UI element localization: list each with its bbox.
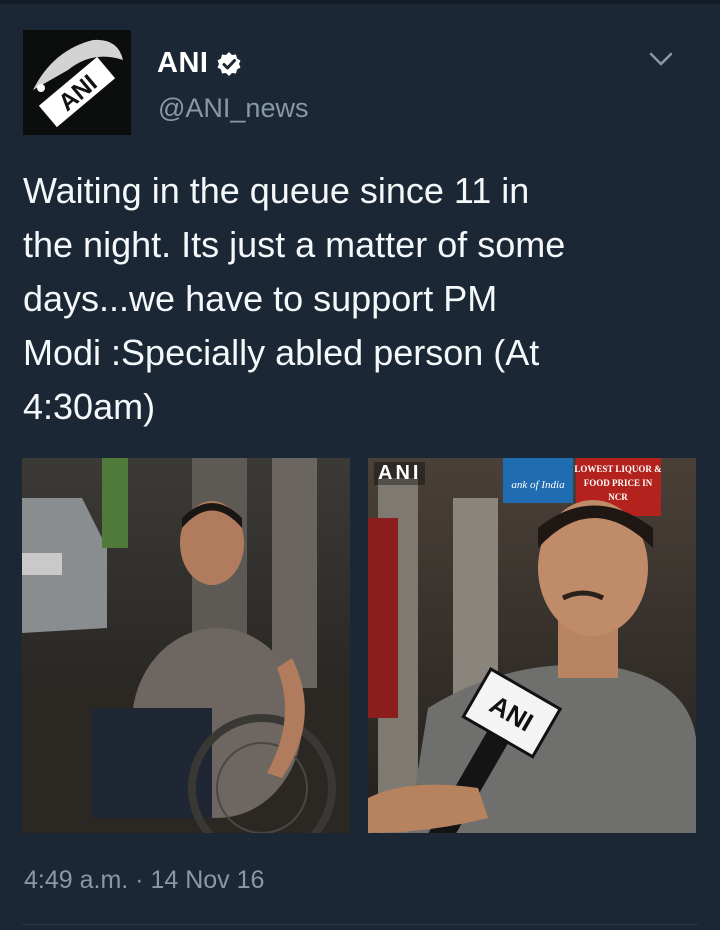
sign-line-1: LOWEST LIQUOR & xyxy=(574,464,662,474)
author-handle[interactable]: @ANI_news xyxy=(158,93,308,124)
tweet-timestamp[interactable]: 4:49 a.m. · 14 Nov 16 xyxy=(24,866,264,895)
bottom-divider xyxy=(22,924,698,925)
top-divider xyxy=(0,0,720,4)
author-display-name[interactable]: ANI xyxy=(157,47,208,80)
sign-line-3: NCR xyxy=(608,492,628,502)
tweet-card: ANI ANI @ANI_news Waiting in the queue s… xyxy=(0,0,720,930)
bank-sign-text: ank of India xyxy=(511,479,565,491)
photo-wheelchair[interactable] xyxy=(22,458,350,833)
chevron-down-icon[interactable] xyxy=(648,50,674,68)
verified-badge-icon xyxy=(217,51,241,76)
photo-interview[interactable]: ank of India LOWEST LIQUOR & FOOD PRICE … xyxy=(368,458,696,833)
tweet-media[interactable]: ank of India LOWEST LIQUOR & FOOD PRICE … xyxy=(22,458,697,833)
avatar[interactable]: ANI xyxy=(23,30,131,135)
sign-line-2: FOOD PRICE IN xyxy=(584,478,653,488)
photo-watermark: ANI xyxy=(374,462,426,485)
author-name-row[interactable]: ANI xyxy=(157,47,242,80)
tweet-text: Waiting in the queue since 11 in the nig… xyxy=(23,170,566,427)
